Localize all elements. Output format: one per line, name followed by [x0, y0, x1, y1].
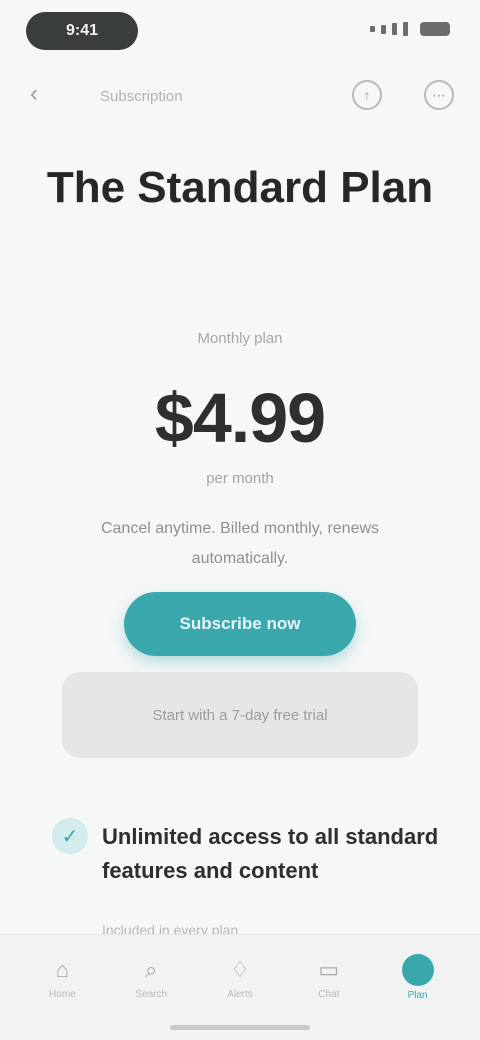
status-time: 9:41	[26, 12, 138, 50]
tab-chat[interactable]: ▭ Chat	[297, 935, 361, 1019]
tab-plan[interactable]: Plan	[386, 935, 450, 1019]
tab-label: Alerts	[227, 988, 253, 1000]
price-note: Cancel anytime. Billed monthly, renews a…	[100, 520, 380, 567]
signal-icon	[403, 22, 408, 36]
price: $4.99	[154, 379, 326, 457]
subscribe-button[interactable]: Subscribe now	[124, 592, 356, 656]
tab-label: Home	[49, 988, 76, 1000]
search-icon: ⌕	[145, 956, 158, 982]
app-screen: 9:41 ‹ Subscription ↑ ⋯ The Standard Pla…	[0, 0, 480, 1040]
tab-label: Search	[135, 988, 168, 1000]
tab-alerts[interactable]: ♢ Alerts	[208, 935, 272, 1019]
status-icons	[370, 22, 450, 36]
chat-icon: ▭	[318, 956, 340, 982]
signal-icon	[392, 23, 397, 35]
home-indicator	[170, 1025, 310, 1030]
feature-title: Unlimited access to all standard feature…	[102, 824, 439, 883]
nav-bar: ‹ Subscription ↑ ⋯	[0, 72, 480, 120]
check-icon: ✓	[52, 818, 88, 854]
tab-label: Chat	[318, 988, 340, 1000]
price-period: per month	[206, 470, 274, 487]
bell-icon: ♢	[230, 956, 250, 982]
battery-icon	[420, 22, 450, 36]
tab-label: Plan	[407, 989, 428, 1001]
tab-search[interactable]: ⌕ Search	[119, 935, 183, 1019]
tab-home[interactable]: ⌂ Home	[30, 935, 94, 1019]
page-title: The Standard Plan	[46, 163, 434, 212]
trial-card[interactable]: Start with a 7-day free trial	[62, 672, 418, 758]
status-bar: 9:41	[0, 0, 480, 60]
signal-icon	[370, 26, 375, 32]
more-icon[interactable]: ⋯	[424, 80, 454, 110]
profile-icon	[401, 953, 434, 986]
home-icon: ⌂	[55, 956, 70, 982]
breadcrumb: Subscription	[100, 88, 183, 105]
chevron-left-icon[interactable]: ‹	[30, 82, 54, 106]
share-icon[interactable]: ↑	[352, 80, 382, 110]
signal-icon	[381, 24, 386, 34]
plan-label: Monthly plan	[197, 330, 283, 347]
